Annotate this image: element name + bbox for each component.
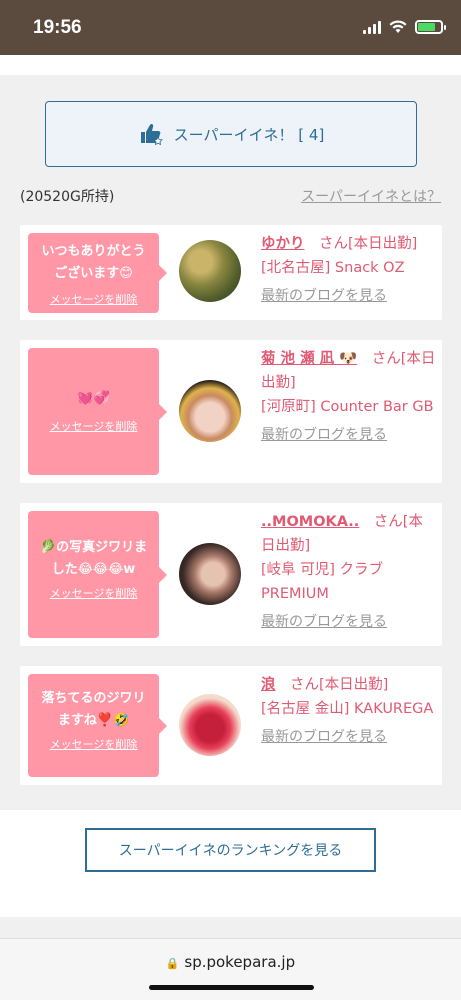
blog-link[interactable]: 最新のブログを見る: [261, 610, 436, 634]
shop-name: [北名古屋] Snack OZ: [261, 260, 405, 276]
message-text: ますね❣️🤣: [57, 713, 130, 728]
girl-info: ..MOMOKA.. さん[本日出勤] [岐阜 可児] クラブPREMIUM 最…: [261, 510, 436, 634]
url-display[interactable]: 🔒 sp.pokepara.jp: [0, 953, 461, 971]
message-text: 💓💞: [77, 391, 110, 406]
message-card: 落ちてるのジワリ ますね❣️🤣 メッセージを削除 浪 さん[本日出勤] [名古屋…: [20, 666, 442, 785]
shop-name: [岐阜 可児] クラブPREMIUM: [261, 562, 384, 602]
girl-info: 菊 池 瀬 凪 🐶 さん[本日出勤] [河原町] Counter Bar GB …: [261, 347, 436, 447]
girl-name-link[interactable]: 菊 池 瀬 凪 🐶: [261, 351, 357, 367]
shop-name: [名古屋 金山] KAKUREGA: [261, 701, 434, 717]
delete-message-link[interactable]: メッセージを削除: [28, 418, 159, 434]
delete-message-link[interactable]: メッセージを削除: [28, 585, 159, 601]
girl-info: ゆかり さん[本日出勤] [北名古屋] Snack OZ 最新のブログを見る: [261, 232, 436, 308]
message-text: した😂😂😂w: [51, 562, 136, 577]
girl-name-link[interactable]: ゆかり: [261, 236, 305, 252]
super-like-label: スーパーイイネ！ [ 4]: [173, 125, 325, 144]
girl-name-link[interactable]: ..MOMOKA..: [261, 514, 359, 530]
message-card: 💓💞 メッセージを削除 菊 池 瀬 凪 🐶 さん[本日出勤] [河原町] Cou…: [20, 340, 442, 483]
message-bubble: いつもありがとう ございます😊 メッセージを削除: [28, 233, 167, 313]
signal-icon: [363, 20, 381, 34]
girl-name-link[interactable]: 浪: [261, 677, 276, 693]
about-super-like-link[interactable]: スーパーイイネとは？: [301, 186, 441, 206]
shop-name: [河原町] Counter Bar GB: [261, 399, 434, 415]
delete-message-link[interactable]: メッセージを削除: [28, 291, 159, 307]
girl-status: さん[本日出勤]: [304, 236, 418, 252]
browser-url-bar[interactable]: 🔒 sp.pokepara.jp: [0, 938, 461, 1000]
avatar[interactable]: [179, 543, 241, 605]
message-text: いつもありがとう: [41, 244, 146, 259]
blog-link[interactable]: 最新のブログを見る: [261, 725, 436, 749]
top-divider: [0, 55, 461, 75]
message-bubble: 🥬の写真ジワリま した😂😂😂w メッセージを削除: [28, 511, 167, 638]
message-card: 🥬の写真ジワリま した😂😂😂w メッセージを削除 ..MOMOKA.. さん[本…: [20, 503, 442, 646]
status-bar: 19:56: [0, 0, 461, 55]
super-like-button[interactable]: スーパーイイネ！ [ 4]: [45, 101, 417, 167]
points-balance: (20520G所持): [20, 189, 115, 205]
ranking-button[interactable]: スーパーイイネのランキングを見る: [85, 828, 376, 872]
message-text: 落ちてるのジワリ: [41, 691, 146, 706]
thumbs-up-star-icon: [140, 123, 163, 146]
avatar[interactable]: [179, 694, 241, 756]
message-bubble: 💓💞 メッセージを削除: [28, 348, 167, 475]
avatar[interactable]: [179, 240, 241, 302]
message-text: 🥬の写真ジワリま: [39, 540, 148, 555]
message-text: ございます😊: [54, 266, 133, 281]
blog-link[interactable]: 最新のブログを見る: [261, 284, 436, 308]
avatar[interactable]: [179, 380, 241, 442]
wifi-icon: [389, 20, 407, 33]
girl-info: 浪 さん[本日出勤] [名古屋 金山] KAKUREGA 最新のブログを見る: [261, 673, 436, 749]
home-indicator[interactable]: [149, 985, 314, 990]
battery-icon: [415, 20, 446, 34]
status-icons: [363, 20, 446, 34]
url-text: sp.pokepara.jp: [184, 953, 296, 971]
message-bubble: 落ちてるのジワリ ますね❣️🤣 メッセージを削除: [28, 674, 167, 777]
lock-icon: 🔒: [165, 957, 180, 970]
status-time: 19:56: [33, 17, 82, 38]
message-card: いつもありがとう ございます😊 メッセージを削除 ゆかり さん[本日出勤] [北…: [20, 225, 442, 320]
girl-status: さん[本日出勤]: [275, 677, 389, 693]
delete-message-link[interactable]: メッセージを削除: [28, 736, 159, 752]
blog-link[interactable]: 最新のブログを見る: [261, 423, 436, 447]
battery-level: [418, 23, 435, 31]
